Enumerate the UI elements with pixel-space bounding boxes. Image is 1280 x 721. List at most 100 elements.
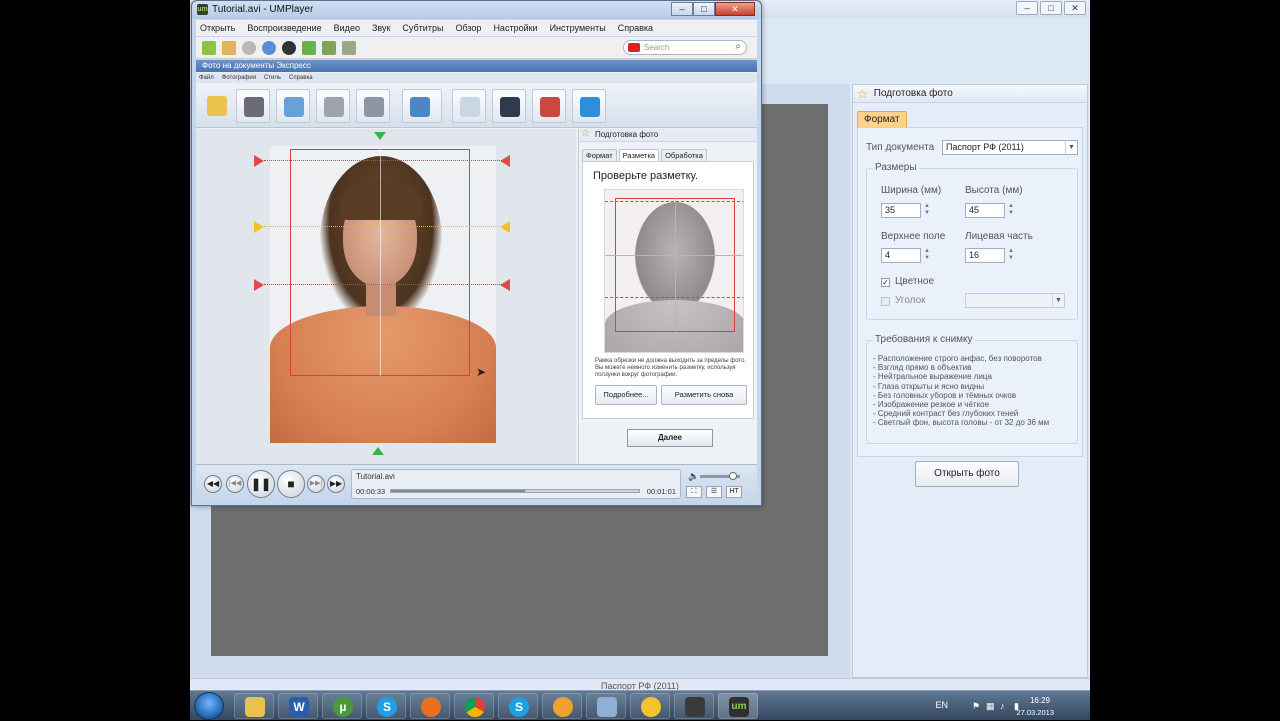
requirements-group: Требования к снимку - Расположение строг… [866, 334, 1078, 444]
tab-format[interactable]: Формат [857, 111, 907, 128]
top-margin-input[interactable]: 4 [881, 248, 921, 263]
taskbar-chrome[interactable] [454, 693, 494, 719]
menu-settings[interactable]: Настройки [493, 23, 537, 33]
open-photo-button[interactable]: Открыть фото [915, 461, 1019, 487]
start-button[interactable] [194, 692, 224, 720]
umplayer-icon[interactable] [202, 41, 216, 55]
top-margin-spinner[interactable]: ▲ ▼ [923, 248, 931, 263]
menu-tools[interactable]: Инструменты [550, 23, 606, 33]
photo-prep-dialog: ☆ Подготовка фото Формат Разметка Обрабо… [578, 128, 757, 464]
disc-icon[interactable] [242, 41, 256, 55]
speaker-icon[interactable]: ♪ [1000, 701, 1010, 711]
video-camera-icon [500, 97, 520, 117]
layout-icon [410, 97, 430, 117]
language-indicator[interactable]: EN [935, 700, 948, 710]
bottom-marker-icon [372, 447, 384, 455]
taskbar-app-blue[interactable] [586, 693, 626, 719]
menu-browse[interactable]: Обзор [455, 23, 481, 33]
requirement-item: - Светлый фон, высота головы - от 32 до … [873, 418, 1050, 428]
globe-icon[interactable] [262, 41, 276, 55]
taskbar-umplayer[interactable]: um [718, 693, 758, 719]
corner-checkbox[interactable] [881, 297, 890, 306]
previous-button[interactable]: |◀◀ [226, 475, 244, 493]
markup-note: Рамка обрезки не должна выходить за пред… [595, 358, 747, 378]
video-menu-file: Файл [199, 75, 214, 81]
taskbar-utorrent[interactable]: µ [322, 693, 362, 719]
top-marker-icon [374, 132, 386, 140]
face-label: Лицевая часть [965, 231, 1033, 242]
video-app-toolbar [196, 84, 757, 128]
taskbar-explorer[interactable] [234, 693, 274, 719]
width-spinner[interactable]: ▲ ▼ [923, 203, 931, 218]
rewind-button[interactable]: ◀◀ [204, 475, 222, 493]
face-spinner[interactable]: ▲ ▼ [1007, 248, 1015, 263]
menu-video[interactable]: Видео [334, 23, 360, 33]
search-input[interactable]: Search ⌕ [623, 40, 747, 55]
record-icon[interactable] [282, 41, 296, 55]
sizes-group: Размеры Ширина (мм) Высота (мм) 35 ▲ ▼ 45… [866, 162, 1078, 320]
clock-date[interactable]: 27.03.2013 [1016, 708, 1054, 717]
close-button[interactable]: ✕ [715, 2, 755, 16]
equalizer-icon[interactable] [322, 41, 336, 55]
taskbar-firefox[interactable] [410, 693, 450, 719]
subtitles-button[interactable]: НТ [726, 486, 742, 498]
volume-knob[interactable] [728, 472, 737, 480]
umplayer-window: um Tutorial.avi - UMPlayer – □ ✕ Открыть… [191, 0, 762, 506]
minimize-button[interactable]: – [671, 2, 693, 16]
prep-panel-header: ☆ Подготовка фото [853, 85, 1087, 103]
pause-button[interactable]: ❚❚ [247, 470, 275, 498]
corner-select[interactable]: ▼ [965, 293, 1065, 308]
playlist-icon[interactable] [342, 41, 356, 55]
color-label: Цветное [895, 276, 935, 287]
taskbar-app-orange[interactable] [542, 693, 582, 719]
thumb-center-line [675, 198, 676, 332]
width-input[interactable]: 35 [881, 203, 921, 218]
fullscreen-button[interactable]: ⛶ [686, 486, 702, 498]
prep-panel: ☆ Подготовка фото Формат Тип документа П… [852, 84, 1088, 678]
info-icon[interactable] [302, 41, 316, 55]
height-spinner[interactable]: ▲ ▼ [1007, 203, 1015, 218]
bg-maximize-button[interactable]: □ [1040, 1, 1062, 15]
face-input[interactable]: 16 [965, 248, 1005, 263]
orange-app-icon [553, 697, 573, 717]
umplayer-title: Tutorial.avi - UMPlayer [212, 4, 314, 15]
camera-tool [356, 89, 390, 123]
stop-button[interactable]: ■ [277, 470, 305, 498]
doc-type-label: Тип документа [866, 142, 935, 153]
menu-audio[interactable]: Звук [372, 23, 390, 33]
network-icon[interactable]: ▦ [986, 701, 996, 711]
bg-minimize-button[interactable]: – [1016, 1, 1038, 15]
playlist-button[interactable]: ☰ [706, 486, 722, 498]
search-icon[interactable]: ⌕ [735, 40, 741, 53]
menu-help[interactable]: Справка [618, 23, 653, 33]
maximize-button[interactable]: □ [693, 2, 715, 16]
bg-close-button[interactable]: ✕ [1064, 1, 1086, 15]
folder-arrow-icon [207, 96, 227, 116]
menu-subtitles[interactable]: Субтитры [402, 23, 443, 33]
doc-type-select[interactable]: Паспорт РФ (2011) ▼ [942, 140, 1078, 155]
taskbar-photo-app[interactable] [674, 693, 714, 719]
prep-dialog-header: ☆ Подготовка фото [579, 128, 757, 142]
taskbar-skype[interactable]: S [366, 693, 406, 719]
taskbar-word[interactable]: W [278, 693, 318, 719]
center-guide [380, 149, 381, 376]
next-track-button[interactable]: ▶▶| [307, 475, 325, 493]
seek-bar[interactable] [390, 489, 640, 493]
left-top-marker-icon [254, 155, 264, 167]
forward-button[interactable]: ▶▶ [327, 475, 345, 493]
chrome-icon [465, 697, 485, 717]
taskbar-skype-2[interactable]: S [498, 693, 538, 719]
speaker-icon[interactable]: 🔈 [688, 471, 699, 482]
seek-bar-fill [391, 490, 525, 492]
folder-icon[interactable] [222, 41, 236, 55]
menu-playback[interactable]: Воспроизведение [247, 23, 321, 33]
height-input[interactable]: 45 [965, 203, 1005, 218]
clock-time[interactable]: 16:29 [1030, 696, 1050, 705]
firefox-icon [421, 697, 441, 717]
flag-icon[interactable]: ⚑ [972, 701, 982, 711]
taskbar-agent[interactable] [630, 693, 670, 719]
menu-open[interactable]: Открыть [200, 23, 235, 33]
color-checkbox[interactable]: ✓ [881, 278, 890, 287]
player-controls: ◀◀ |◀◀ ❚❚ ■ ▶▶| ▶▶ Tutorial.avi 00:00:33… [196, 464, 757, 502]
requirements-title: Требования к снимку [873, 334, 975, 345]
